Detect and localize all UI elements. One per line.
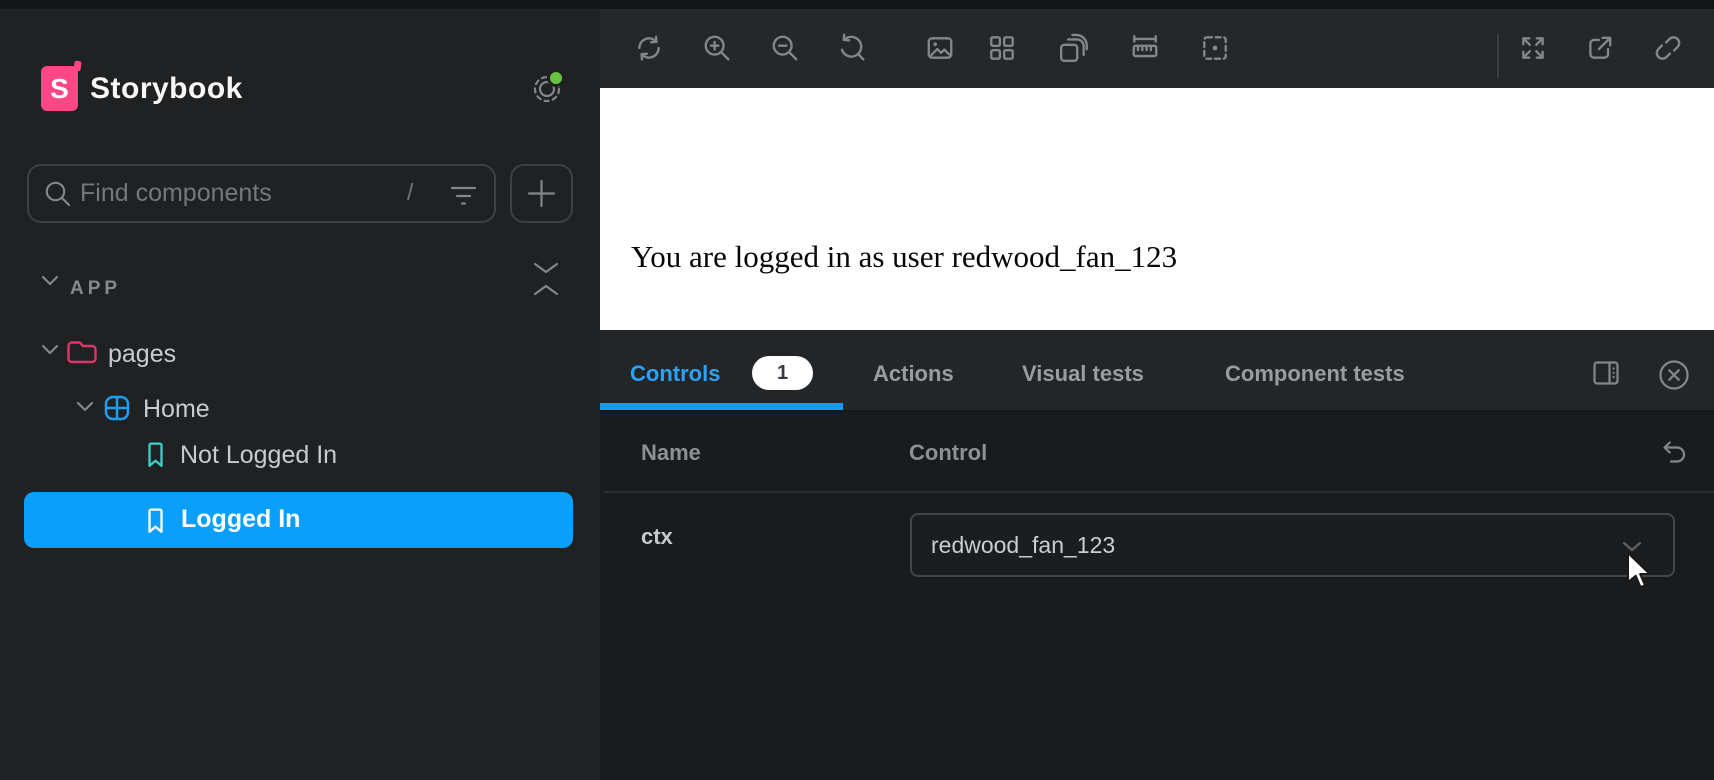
outline-icon[interactable] (1200, 33, 1230, 63)
measure-icon[interactable] (1130, 33, 1160, 63)
search-input[interactable] (80, 167, 380, 220)
fullscreen-icon[interactable] (1518, 33, 1548, 63)
tab-controls[interactable]: Controls (630, 361, 720, 387)
sidebar-section-app[interactable]: APP (70, 278, 121, 300)
zoom-in-icon[interactable] (702, 33, 732, 63)
search-shortcut-hint: / (407, 179, 413, 206)
tree-item-label: Not Logged In (180, 441, 337, 470)
background-icon[interactable] (925, 33, 955, 63)
toolbar-divider (1497, 34, 1499, 78)
viewport-icon[interactable] (1059, 33, 1089, 63)
chevron-down-icon (1623, 542, 1641, 552)
grid-icon[interactable] (987, 33, 1017, 63)
brand-title: Storybook (90, 72, 243, 106)
mouse-cursor (1626, 552, 1652, 590)
create-story-button[interactable] (510, 164, 573, 223)
sidebar: S Storybook / (0, 9, 600, 780)
chevron-down-icon[interactable] (76, 401, 94, 412)
preview-canvas: You are logged in as user redwood_fan_12… (600, 88, 1714, 330)
controls-count-badge: 1 (752, 356, 813, 390)
notification-dot (547, 69, 565, 87)
tree-row-logged-in-selected[interactable]: Logged In (24, 492, 573, 548)
tree-item-label: Home (143, 395, 210, 424)
close-panel-icon[interactable] (1658, 359, 1690, 391)
active-tab-underline (600, 403, 843, 410)
control-row-name: ctx (641, 524, 673, 550)
folder-icon (66, 339, 97, 365)
storybook-app: S Storybook / (0, 0, 1714, 780)
sync-icon[interactable] (634, 33, 664, 63)
plus-icon (526, 178, 557, 209)
window-top-strip (0, 0, 1714, 9)
chevron-down-icon[interactable] (41, 344, 59, 355)
filter-icon[interactable] (451, 186, 476, 206)
reset-controls-icon[interactable] (1659, 438, 1689, 464)
canvas-toolbar (600, 9, 1714, 88)
tabbar-border (600, 410, 1714, 412)
ctx-select[interactable]: redwood_fan_123 (910, 513, 1675, 577)
collapse-all-icon[interactable] (534, 262, 558, 296)
preview-message: You are logged in as user redwood_fan_12… (631, 239, 1177, 275)
copy-link-icon[interactable] (1653, 33, 1683, 63)
addons-panel: Controls 1 Actions Visual tests Componen… (600, 330, 1714, 780)
zoom-reset-icon[interactable] (837, 33, 867, 63)
column-header-name: Name (641, 440, 701, 466)
table-separator (604, 491, 1714, 493)
tab-visual-tests[interactable]: Visual tests (1022, 361, 1144, 387)
story-bookmark-icon (146, 508, 165, 534)
ctx-select-value: redwood_fan_123 (931, 532, 1115, 559)
component-icon (104, 395, 130, 421)
tree-item-label: Logged In (181, 505, 300, 534)
chevron-down-icon[interactable] (41, 275, 59, 286)
column-header-control: Control (909, 440, 987, 466)
search-icon (44, 180, 71, 207)
storybook-logo-letter: S (50, 73, 69, 105)
zoom-out-icon[interactable] (770, 33, 800, 63)
storybook-logo[interactable]: S (41, 66, 78, 111)
panel-position-icon[interactable] (1593, 361, 1619, 385)
tab-actions[interactable]: Actions (873, 361, 954, 387)
tree-item-label: pages (108, 340, 176, 369)
open-external-icon[interactable] (1585, 33, 1615, 63)
story-bookmark-icon (146, 442, 165, 468)
tab-component-tests[interactable]: Component tests (1225, 361, 1405, 387)
